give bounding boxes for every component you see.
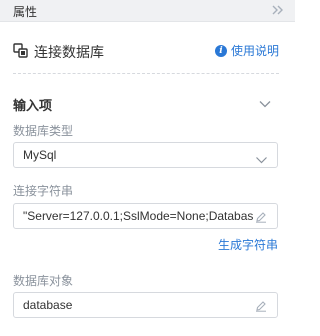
panel-title: 属性 [13, 5, 38, 19]
help-link-label: 使用说明 [230, 44, 279, 58]
conn-string-value: "Server=127.0.0.1;SslMode=None;Database [23, 209, 253, 223]
generate-string-link[interactable]: 生成字符串 [218, 236, 278, 253]
help-link[interactable]: i 使用说明 [214, 42, 279, 59]
edit-icon[interactable] [255, 299, 267, 312]
chevron-down-icon [256, 151, 267, 164]
db-type-value: MySql [23, 148, 57, 162]
double-chevron-right-icon[interactable] [270, 3, 286, 17]
section-header: 连接数据库 i 使用说明 [13, 40, 279, 60]
database-connect-icon [13, 43, 28, 58]
conn-string-input[interactable]: "Server=127.0.0.1;SslMode=None;Database [13, 203, 278, 229]
section-title: 连接数据库 [34, 44, 104, 60]
group-title: 输入项 [13, 98, 53, 113]
input-group-header[interactable]: 输入项 [13, 94, 279, 114]
db-object-label: 数据库对象 [13, 274, 74, 288]
panel-header: 属性 [0, 0, 295, 22]
db-object-input[interactable]: database [13, 292, 278, 318]
edit-icon[interactable] [255, 210, 267, 223]
info-icon: i [214, 44, 227, 57]
db-type-label: 数据库类型 [13, 124, 74, 138]
chevron-down-icon[interactable] [259, 97, 271, 109]
divider [13, 73, 279, 74]
db-type-select[interactable]: MySql [13, 142, 278, 168]
conn-string-label: 连接字符串 [13, 184, 74, 198]
db-object-value: database [23, 298, 73, 312]
